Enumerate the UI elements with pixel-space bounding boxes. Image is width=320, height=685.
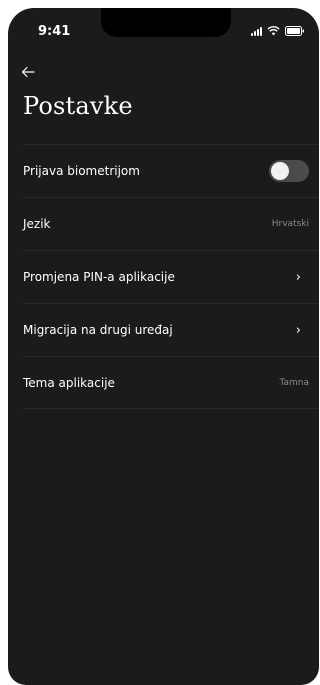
language-label: Jezik: [23, 217, 51, 231]
language-value: Hrvatski: [271, 219, 309, 229]
biometric-label: Prijava biometrijom: [23, 164, 140, 178]
status-icons: [251, 26, 305, 36]
settings-row-migration[interactable]: Migracija na drugi uređaj ›: [23, 303, 319, 356]
migration-label: Migracija na drugi uređaj: [23, 323, 173, 337]
theme-label: Tema aplikacije: [23, 375, 115, 390]
wifi-icon: [267, 26, 280, 36]
settings-row-theme[interactable]: Tema aplikacije Tamna: [23, 356, 319, 409]
settings-row-pin[interactable]: Promjena PIN-a aplikacije ›: [23, 250, 319, 303]
chevron-right-icon: ›: [295, 322, 301, 338]
phone-screen: 9:41 Postavke Prijava biometrijom Jezik …: [8, 8, 319, 685]
toggle-knob: [271, 162, 289, 180]
settings-row-language[interactable]: Jezik Hrvatski: [23, 197, 319, 250]
settings-list: Prijava biometrijom Jezik Hrvatski Promj…: [23, 144, 319, 409]
pin-label: Promjena PIN-a aplikacije: [23, 270, 175, 284]
page-title: Postavke: [23, 92, 133, 120]
arrow-left-icon[interactable]: [21, 63, 41, 83]
settings-row-biometric[interactable]: Prijava biometrijom: [23, 144, 319, 197]
theme-value: Tamna: [279, 377, 309, 388]
biometric-toggle[interactable]: [269, 160, 309, 182]
device-notch: [101, 8, 231, 37]
status-time: 9:41: [38, 24, 71, 39]
cellular-signal-icon: [251, 26, 262, 36]
battery-icon: [285, 26, 305, 36]
chevron-right-icon: ›: [295, 269, 301, 285]
